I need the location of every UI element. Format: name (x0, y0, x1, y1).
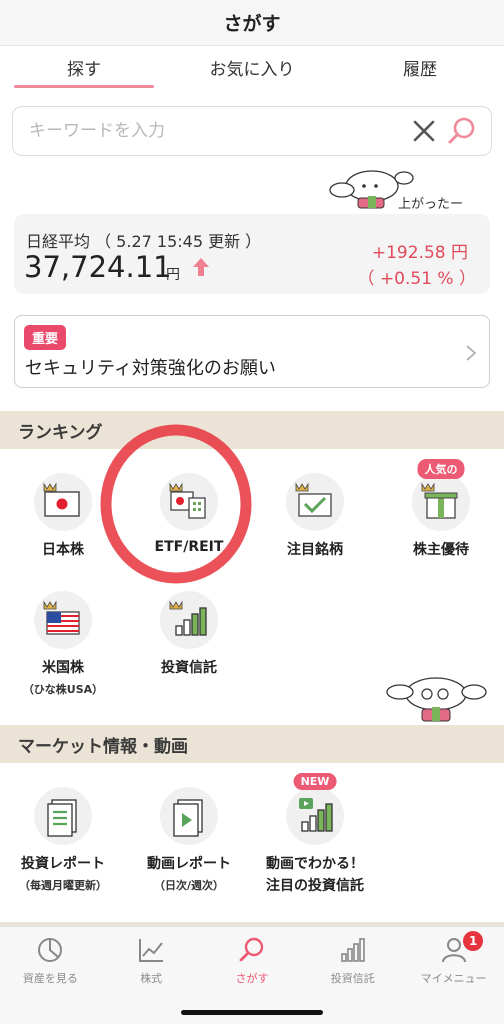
nikkei-label: 日経平均 （ 5.27 15:45 更新 ） (26, 232, 262, 251)
us-flag-icon (43, 600, 80, 635)
ranking-shareholder-benefits[interactable]: 人気の 株主優待 (381, 459, 501, 559)
ranking-featured-stocks[interactable]: 注目銘柄 (255, 473, 375, 559)
tab-favorites[interactable]: お気に入り (168, 46, 336, 88)
nikkei-unit: 円 (166, 267, 180, 283)
nikkei-value: 37,724.11 (24, 250, 172, 284)
market-video-investment-trust[interactable]: NEW 動画でわかる！ 注目の投資信託 (255, 773, 375, 895)
search-icon[interactable] (447, 116, 477, 146)
up-arrow-icon (193, 258, 209, 276)
etf-reit-icon (169, 482, 206, 519)
ranking-us-stocks[interactable]: 米国株 （ひな株USA） (3, 591, 123, 697)
document-icon (47, 799, 77, 837)
search-icon (239, 937, 264, 962)
video-chart-icon (299, 798, 333, 832)
search-input[interactable] (29, 121, 411, 141)
check-icon (295, 482, 332, 517)
tabbar-my-menu[interactable]: 1 マイメニュー (403, 927, 504, 1024)
important-notice[interactable]: 重要 セキュリティ対策強化のお願い (14, 315, 490, 388)
nikkei-change: +192.58 円 (371, 243, 468, 263)
tabbar-my-menu-label: マイメニュー (420, 972, 487, 985)
mascot-caption: 上がったー (398, 197, 464, 212)
market-video-investment-trust-sub: 注目の投資信託 (266, 878, 364, 894)
market-video-report[interactable]: 動画レポート （日次/週次） (129, 787, 249, 893)
video-icon (173, 799, 203, 837)
market-video-investment-trust-label: 動画でわかる！ (266, 856, 364, 872)
ranking-shareholder-benefits-label: 株主優待 (413, 542, 469, 558)
app-header: さがす (0, 0, 504, 46)
ranking-investment-trusts-label: 投資信託 (161, 660, 217, 676)
gift-icon (421, 482, 458, 519)
tab-history[interactable]: 履歴 (336, 46, 504, 88)
tab-bar: 探す お気に入り 履歴 (0, 46, 504, 88)
chevron-right-icon (466, 345, 477, 361)
new-tag: NEW (293, 773, 337, 790)
notice-text: セキュリティ対策強化のお願い (25, 358, 276, 379)
nikkei-card[interactable]: 日経平均 （ 5.27 15:45 更新 ） 37,724.11 円 +192.… (14, 214, 490, 294)
ranking-japan-stocks[interactable]: 日本株 (3, 473, 123, 559)
important-badge: 重要 (24, 325, 67, 350)
bar-chart-icon (169, 600, 207, 636)
ranking-featured-stocks-label: 注目銘柄 (287, 542, 343, 558)
ranking-us-stocks-label: 米国株 (42, 660, 84, 676)
tabbar-search-label: さがす (235, 972, 269, 985)
market-investment-report[interactable]: 投資レポート （毎週月曜更新） (3, 787, 123, 893)
line-chart-icon (139, 939, 164, 962)
tabbar-stocks-label: 株式 (140, 972, 163, 985)
tabbar-assets[interactable]: 資産を見る (0, 927, 101, 1024)
market-investment-report-label: 投資レポート (21, 856, 105, 872)
market-video-report-sub: （日次/週次） (153, 879, 225, 892)
tabbar-assets-label: 資産を見る (22, 972, 78, 985)
tabbar-investment-trusts-label: 投資信託 (330, 972, 375, 985)
japan-flag-icon (43, 482, 80, 517)
page-title: さがす (223, 13, 281, 35)
nikkei-change-percent: （ +0.51 % ） (357, 269, 476, 289)
ranking-investment-trusts[interactable]: 投資信託 (129, 591, 249, 677)
pie-chart-icon (38, 938, 63, 962)
popular-tag: 人気の (417, 459, 465, 479)
close-icon[interactable] (411, 118, 437, 144)
search-box (12, 106, 492, 156)
market-investment-report-sub: （毎週月曜更新） (19, 879, 107, 892)
ranking-us-stocks-sub: （ひな株USA） (22, 683, 104, 696)
bar-chart-icon (340, 938, 365, 962)
market-video-report-label: 動画レポート (147, 856, 231, 872)
mascot-illustration-2 (386, 677, 487, 722)
notification-badge: 1 (463, 931, 484, 951)
ranking-japan-stocks-label: 日本株 (42, 542, 84, 558)
home-indicator (181, 1010, 323, 1015)
ranking-section-title: ランキング (0, 411, 504, 449)
market-section-title: マーケット情報・動画 (0, 725, 504, 763)
tab-search[interactable]: 探す (0, 46, 168, 88)
ranking-etf-reit[interactable]: ETF/REIT (129, 473, 249, 555)
ranking-etf-reit-label: ETF/REIT (154, 539, 224, 555)
